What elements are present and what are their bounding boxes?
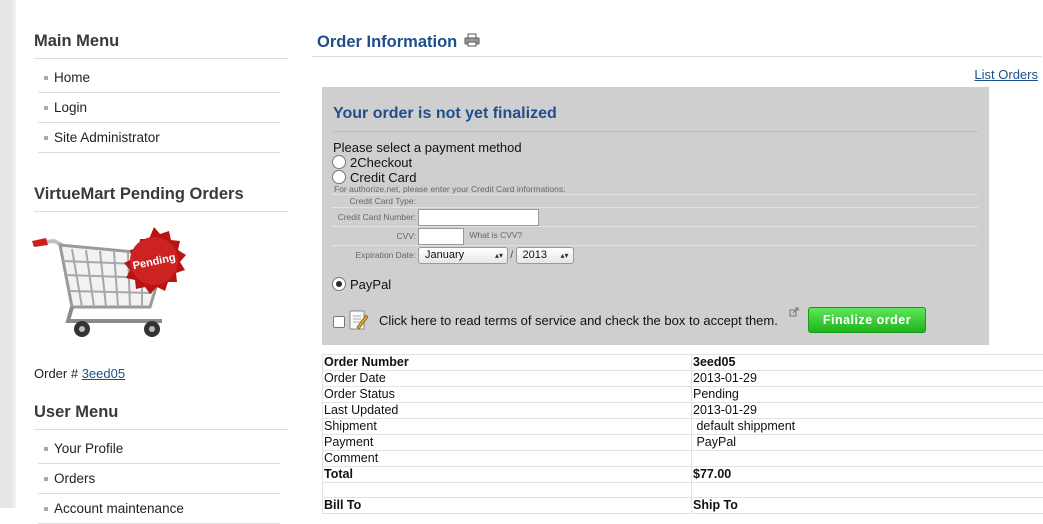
menu-item-label[interactable]: Site Administrator	[54, 130, 160, 145]
radio-2checkout[interactable]	[332, 155, 346, 169]
menu-item-label[interactable]: Login	[54, 100, 87, 115]
pending-order-line: Order # 3eed05	[34, 366, 125, 381]
menu-item-label[interactable]: Your Profile	[54, 441, 123, 456]
year-value: 2013	[523, 249, 547, 261]
select-arrows-icon: ▴▾	[561, 248, 569, 263]
order-field-label: Last Updated	[323, 403, 692, 419]
menu-item-label[interactable]: Home	[54, 70, 90, 85]
credit-card-form: Credit Card Type: Credit Card Number: CV…	[332, 194, 978, 264]
payment-option-label: 2Checkout	[350, 155, 412, 170]
page-title: Order Information	[317, 33, 480, 52]
payment-option-label: PayPal	[350, 277, 391, 292]
expiration-year-select[interactable]: 2013 ▴▾	[516, 247, 574, 264]
cc-number-label: Credit Card Number:	[332, 208, 418, 227]
payment-option-2checkout[interactable]: 2Checkout	[332, 155, 412, 170]
table-spacer-row	[323, 483, 1043, 498]
order-field-label: Order Status	[323, 387, 692, 403]
order-field-value: 3eed05	[692, 355, 1043, 371]
spacer-cell	[692, 483, 1043, 498]
payment-option-label: Credit Card	[350, 170, 416, 185]
spacer-cell	[323, 483, 692, 498]
menu-item-orders[interactable]: Orders	[38, 464, 280, 494]
order-field-label: Comment	[323, 451, 692, 467]
left-page-edge-highlight	[13, 0, 16, 508]
expiration-label: Expiration Date:	[332, 246, 418, 265]
printer-icon[interactable]	[464, 33, 480, 47]
month-value: January	[425, 249, 464, 261]
order-field-label: Shipment	[323, 419, 692, 435]
pending-orders-title: VirtueMart Pending Orders	[34, 185, 288, 212]
left-page-edge	[0, 0, 13, 508]
external-link-icon[interactable]	[789, 307, 799, 317]
main-menu-title: Main Menu	[34, 32, 288, 59]
date-separator: /	[510, 249, 513, 260]
cvv-label: CVV:	[332, 227, 418, 246]
finalize-order-button[interactable]: Finalize order	[808, 307, 926, 333]
table-row: Bill ToShip To	[323, 498, 1043, 514]
payment-option-paypal[interactable]: PayPal	[332, 277, 391, 292]
table-row: Comment	[323, 451, 1043, 467]
pending-order-link[interactable]: 3eed05	[82, 366, 125, 381]
order-info-table: Order Number3eed05 Order Date2013-01-29 …	[322, 354, 1043, 514]
user-menu-module: User Menu Your Profile Orders Account ma…	[34, 403, 288, 524]
menu-item-login[interactable]: Login	[38, 93, 280, 123]
table-row: Order Date2013-01-29	[323, 371, 1043, 387]
menu-item-label[interactable]: Orders	[54, 471, 95, 486]
menu-item-label[interactable]: Account maintenance	[54, 501, 184, 516]
table-row: Last Updated2013-01-29	[323, 403, 1043, 419]
radio-paypal[interactable]	[332, 277, 346, 291]
order-field-value: $77.00	[692, 467, 1043, 483]
menu-item-home[interactable]: Home	[38, 63, 280, 93]
order-number-label: Order #	[34, 366, 78, 381]
table-row: Payment PayPal	[323, 435, 1043, 451]
menu-item-account-maintenance[interactable]: Account maintenance	[38, 494, 280, 524]
shopping-cart-pending-icon: Pending	[32, 225, 192, 350]
credit-card-note: For authorize.net, please enter your Cre…	[334, 184, 566, 194]
order-field-label: Payment	[323, 435, 692, 451]
order-field-value	[692, 451, 1043, 467]
order-field-value: 2013-01-29	[692, 403, 1043, 419]
user-menu-title: User Menu	[34, 403, 288, 430]
ship-to-heading: Ship To	[692, 498, 1043, 514]
main-menu-module: Main Menu Home Login Site Administrator	[34, 32, 288, 153]
order-field-label: Order Number	[323, 355, 692, 371]
terms-text-link[interactable]: Click here to read terms of service and …	[379, 313, 778, 328]
order-field-value: PayPal	[692, 435, 1043, 451]
payment-box-title: Your order is not yet finalized	[333, 105, 557, 123]
list-orders-link[interactable]: List Orders	[974, 67, 1038, 82]
payment-box-divider	[333, 131, 978, 132]
table-row: Order StatusPending	[323, 387, 1043, 403]
page-title-text: Order Information	[317, 33, 457, 51]
document-edit-icon	[348, 309, 368, 331]
table-row: Total$77.00	[323, 467, 1043, 483]
main-menu-list: Home Login Site Administrator	[34, 63, 288, 153]
payment-option-credit-card[interactable]: Credit Card	[332, 170, 416, 185]
order-field-value: Pending	[692, 387, 1043, 403]
title-divider	[312, 56, 1042, 57]
payment-prompt: Please select a payment method	[333, 140, 522, 155]
menu-item-your-profile[interactable]: Your Profile	[38, 434, 280, 464]
cvv-input[interactable]	[418, 228, 464, 245]
select-arrows-icon: ▴▾	[495, 248, 503, 263]
payment-box: Your order is not yet finalized Please s…	[322, 87, 989, 345]
order-field-value: 2013-01-29	[692, 371, 1043, 387]
cc-number-input[interactable]	[418, 209, 539, 226]
terms-checkbox[interactable]	[333, 316, 345, 328]
order-field-label: Order Date	[323, 371, 692, 387]
bill-to-heading: Bill To	[323, 498, 692, 514]
menu-item-site-administrator[interactable]: Site Administrator	[38, 123, 280, 153]
order-field-value: default shippment	[692, 419, 1043, 435]
order-field-label: Total	[323, 467, 692, 483]
expiration-month-select[interactable]: January ▴▾	[418, 247, 508, 264]
table-row: Order Number3eed05	[323, 355, 1043, 371]
cvv-help-link[interactable]: What is CVV?	[469, 230, 522, 240]
user-menu-list: Your Profile Orders Account maintenance	[34, 434, 288, 524]
cc-type-value	[418, 195, 978, 208]
cc-type-label: Credit Card Type:	[332, 195, 418, 208]
table-row: Shipment default shippment	[323, 419, 1043, 435]
radio-credit-card[interactable]	[332, 170, 346, 184]
pending-orders-module: VirtueMart Pending Orders	[34, 185, 288, 212]
